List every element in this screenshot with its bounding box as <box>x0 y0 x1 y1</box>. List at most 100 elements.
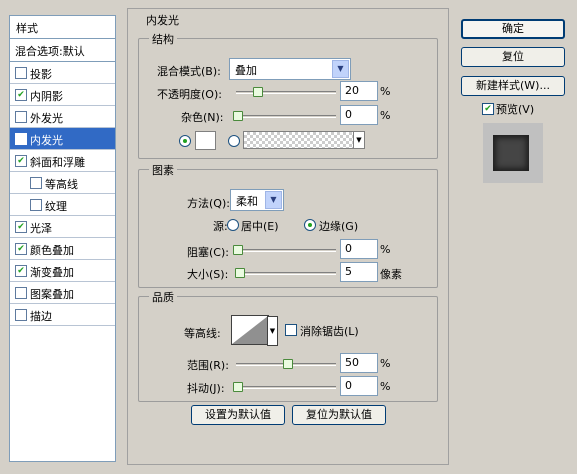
sidebar-item-checkbox[interactable] <box>15 133 27 145</box>
sidebar-item[interactable]: 内阴影 <box>10 84 115 106</box>
range-slider-thumb[interactable] <box>283 359 293 369</box>
sidebar-item[interactable]: 投影 <box>10 62 115 84</box>
size-input[interactable]: 5 <box>340 262 378 282</box>
size-slider[interactable] <box>236 272 336 275</box>
size-unit: 像素 <box>380 268 402 281</box>
ok-button[interactable]: 确定 <box>461 19 565 39</box>
quality-title: 品质 <box>149 289 177 305</box>
structure-title: 结构 <box>149 31 177 47</box>
jitter-slider-thumb[interactable] <box>233 382 243 392</box>
elements-title: 图素 <box>149 162 177 178</box>
sidebar-item-checkbox[interactable] <box>15 265 27 277</box>
antialias-label[interactable]: 消除锯齿(L) <box>300 323 359 339</box>
jitter-input[interactable]: 0 <box>340 376 378 396</box>
inner-glow-panel: 内发光 结构 混合模式(B): 叠加 ▼ 不透明度(O): 20 % 杂色(N)… <box>127 8 449 465</box>
source-label: 源: <box>213 220 228 233</box>
sidebar-item-label: 图案叠加 <box>30 288 74 301</box>
sidebar-item-label: 渐变叠加 <box>30 266 74 279</box>
structure-group: 结构 混合模式(B): 叠加 ▼ 不透明度(O): 20 % 杂色(N): 0 … <box>138 31 438 159</box>
contour-picker[interactable]: ▼ <box>231 315 278 346</box>
source-center-label[interactable]: 居中(E) <box>241 218 279 234</box>
contour-graph-icon <box>232 316 268 344</box>
opacity-slider[interactable] <box>236 91 336 94</box>
sidebar-item[interactable]: 描边 <box>10 304 115 326</box>
choke-input[interactable]: 0 <box>340 239 378 259</box>
glow-color-swatch[interactable] <box>195 131 216 150</box>
opacity-label: 不透明度(O): <box>157 88 222 101</box>
sidebar-item-label: 斜面和浮雕 <box>30 156 85 169</box>
sidebar-item[interactable]: 斜面和浮雕 <box>10 150 115 172</box>
sidebar-item-label: 等高线 <box>45 178 78 191</box>
sidebar-item-checkbox[interactable] <box>30 199 42 211</box>
make-default-button[interactable]: 设置为默认值 <box>191 405 285 425</box>
gradient-radio[interactable] <box>228 135 240 147</box>
choke-slider[interactable] <box>236 249 336 252</box>
preview-swatch <box>493 135 529 171</box>
sidebar-item-checkbox[interactable] <box>15 67 27 79</box>
sidebar-item-label: 内阴影 <box>30 90 63 103</box>
sidebar-item[interactable]: 渐变叠加 <box>10 260 115 282</box>
method-label: 方法(Q): <box>187 197 230 210</box>
jitter-label: 抖动(J): <box>187 382 225 395</box>
sidebar-item[interactable]: 等高线 <box>10 172 115 194</box>
opacity-input[interactable]: 20 <box>340 81 378 101</box>
sidebar-item-label: 描边 <box>30 310 52 323</box>
opacity-unit: % <box>380 85 391 98</box>
sidebar-item[interactable]: 外发光 <box>10 106 115 128</box>
style-list: 样式 混合选项:默认 投影内阴影外发光内发光斜面和浮雕等高线纹理光泽颜色叠加渐变… <box>9 15 116 462</box>
noise-input[interactable]: 0 <box>340 105 378 125</box>
source-edge-label[interactable]: 边缘(G) <box>319 218 358 234</box>
sidebar-item-checkbox[interactable] <box>15 111 27 123</box>
range-input[interactable]: 50 <box>340 353 378 373</box>
sidebar-item-label: 外发光 <box>30 112 63 125</box>
noise-slider-thumb[interactable] <box>233 111 243 121</box>
method-select[interactable]: 柔和 ▼ <box>230 189 284 211</box>
reset-default-button[interactable]: 复位为默认值 <box>292 405 386 425</box>
antialias-checkbox[interactable] <box>285 324 297 336</box>
size-slider-thumb[interactable] <box>235 268 245 278</box>
choke-unit: % <box>380 243 391 256</box>
sidebar-item-checkbox[interactable] <box>30 177 42 189</box>
range-unit: % <box>380 357 391 370</box>
source-center-radio[interactable] <box>227 219 239 231</box>
noise-slider[interactable] <box>236 115 336 118</box>
new-style-button[interactable]: 新建样式(W)... <box>461 76 565 96</box>
sidebar-item[interactable]: 光泽 <box>10 216 115 238</box>
elements-group: 图素 方法(Q): 柔和 ▼ 源: 居中(E) 边缘(G) 阻塞(C): 0 %… <box>138 162 438 288</box>
chevron-down-icon: ▼ <box>353 132 364 148</box>
sidebar-item[interactable]: 内发光 <box>10 128 115 150</box>
style-preview <box>483 123 543 183</box>
blend-mode-select[interactable]: 叠加 ▼ <box>229 58 351 80</box>
reset-button[interactable]: 复位 <box>461 47 565 67</box>
sidebar-item-label: 颜色叠加 <box>30 244 74 257</box>
blending-options-item[interactable]: 混合选项:默认 <box>10 39 115 62</box>
source-edge-radio[interactable] <box>304 219 316 231</box>
sidebar-item-checkbox[interactable] <box>15 155 27 167</box>
panel-title: 内发光 <box>146 14 179 27</box>
jitter-slider[interactable] <box>236 386 336 389</box>
sidebar-item-checkbox[interactable] <box>15 287 27 299</box>
quality-group: 品质 等高线: ▼ 消除锯齿(L) 范围(R): 50 % 抖动(J): 0 % <box>138 289 438 402</box>
sidebar-item-checkbox[interactable] <box>15 309 27 321</box>
jitter-unit: % <box>380 380 391 393</box>
style-list-header: 样式 <box>10 16 115 39</box>
color-radio[interactable] <box>179 135 191 147</box>
sidebar-item-checkbox[interactable] <box>15 89 27 101</box>
noise-label: 杂色(N): <box>181 111 224 124</box>
chevron-down-icon: ▼ <box>267 316 278 346</box>
sidebar-item[interactable]: 图案叠加 <box>10 282 115 304</box>
sidebar-item-checkbox[interactable] <box>15 243 27 255</box>
choke-slider-thumb[interactable] <box>233 245 243 255</box>
preview-checkbox[interactable] <box>482 103 494 115</box>
chevron-down-icon: ▼ <box>332 60 349 78</box>
sidebar-item-label: 光泽 <box>30 222 52 235</box>
sidebar-item-label: 内发光 <box>30 134 63 147</box>
choke-label: 阻塞(C): <box>187 246 229 259</box>
chevron-down-icon: ▼ <box>265 191 282 209</box>
sidebar-item-checkbox[interactable] <box>15 221 27 233</box>
opacity-slider-thumb[interactable] <box>253 87 263 97</box>
preview-label[interactable]: 预览(V) <box>496 101 534 117</box>
sidebar-item[interactable]: 颜色叠加 <box>10 238 115 260</box>
sidebar-item[interactable]: 纹理 <box>10 194 115 216</box>
gradient-picker[interactable]: ▼ <box>243 131 365 149</box>
